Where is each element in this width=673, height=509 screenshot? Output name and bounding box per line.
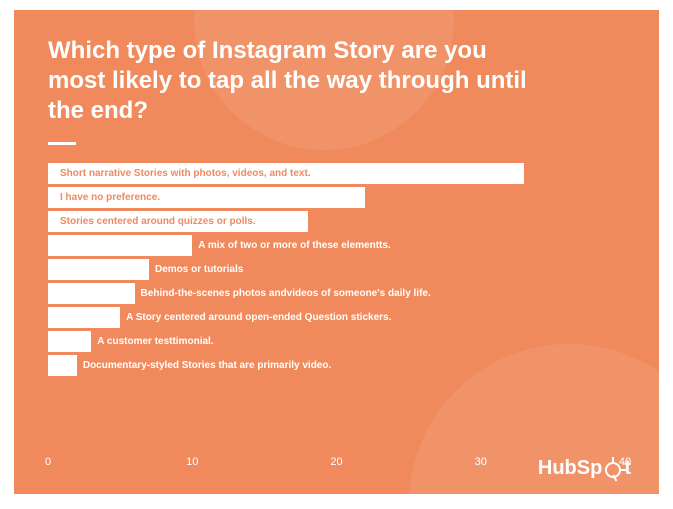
bar-row: Stories centered around quizzes or polls… xyxy=(48,211,625,232)
bar-label: Demos or tutorials xyxy=(149,264,249,275)
logo-text-pre: HubSp xyxy=(538,457,602,480)
bar-label: Stories centered around quizzes or polls… xyxy=(54,216,262,227)
title-divider xyxy=(48,142,76,145)
bar-row: A customer testtimonial. xyxy=(48,331,625,352)
bar-label: A mix of two or more of these elementts. xyxy=(192,240,396,251)
bar-label: I have no preference. xyxy=(54,192,166,203)
bar xyxy=(48,331,91,352)
bar-row: Documentary-styled Stories that are prim… xyxy=(48,355,625,376)
bar xyxy=(48,355,77,376)
bar-row: Short narrative Stories with photos, vid… xyxy=(48,163,625,184)
bar-label: Short narrative Stories with photos, vid… xyxy=(54,168,317,179)
bar-row: A mix of two or more of these elementts. xyxy=(48,235,625,256)
bar-row: I have no preference. xyxy=(48,187,625,208)
chart-title: Which type of Instagram Story are you mo… xyxy=(48,36,548,126)
bars-container: Short narrative Stories with photos, vid… xyxy=(48,163,625,450)
bar xyxy=(48,307,120,328)
axis-tick: 10 xyxy=(186,456,198,468)
chart-card: Which type of Instagram Story are you mo… xyxy=(14,10,659,494)
sprocket-icon xyxy=(605,462,621,478)
bar-row: Behind-the-scenes photos andvideos of so… xyxy=(48,283,625,304)
axis-tick: 0 xyxy=(45,456,51,468)
content-area: Which type of Instagram Story are you mo… xyxy=(14,10,659,494)
bar xyxy=(48,283,135,304)
bar-label: A Story centered around open-ended Quest… xyxy=(120,312,397,323)
axis-tick: 30 xyxy=(475,456,487,468)
bar-chart: Short narrative Stories with photos, vid… xyxy=(48,163,625,476)
bar xyxy=(48,259,149,280)
bar-row: A Story centered around open-ended Quest… xyxy=(48,307,625,328)
bar xyxy=(48,235,192,256)
hubspot-logo: HubSp t xyxy=(538,457,631,480)
bar-label: A customer testtimonial. xyxy=(91,336,219,347)
bar-label: Behind-the-scenes photos andvideos of so… xyxy=(135,288,437,299)
bar-label: Documentary-styled Stories that are prim… xyxy=(77,360,337,371)
axis-tick: 20 xyxy=(330,456,342,468)
bar-row: Demos or tutorials xyxy=(48,259,625,280)
